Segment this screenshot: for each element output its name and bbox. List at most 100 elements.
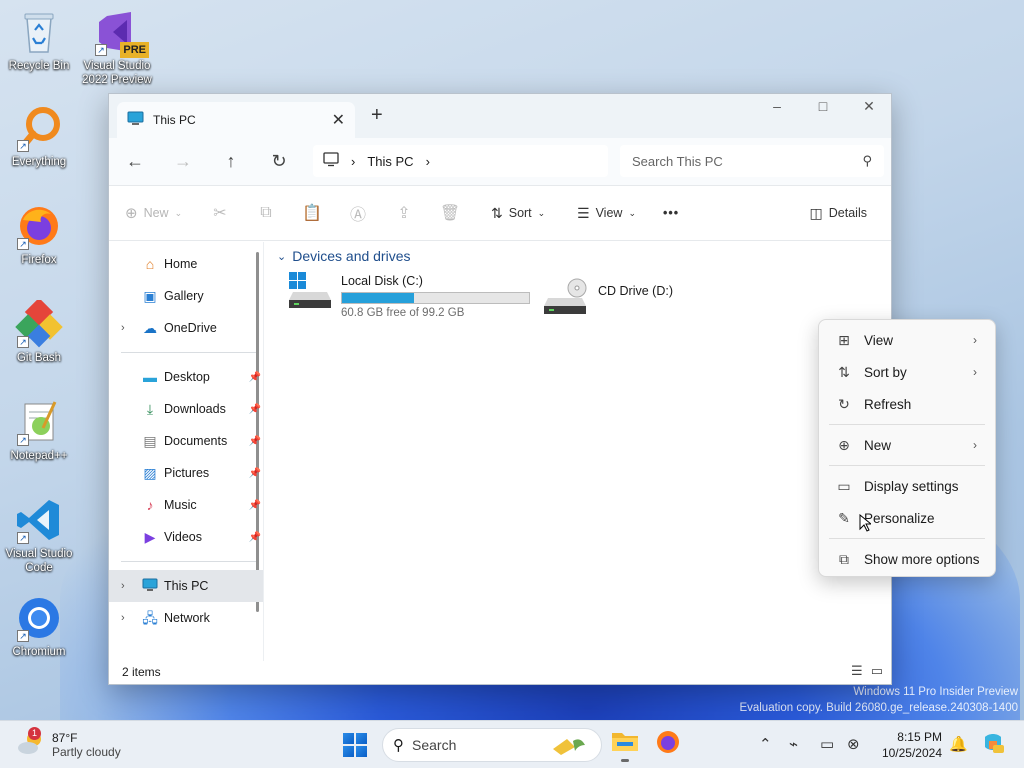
chevron-right-icon[interactable]: › <box>121 580 125 592</box>
pin-icon[interactable]: 📌 <box>249 468 261 479</box>
new-button[interactable]: ⊕ New ⌄ <box>125 204 197 222</box>
display-icon[interactable]: ▭ <box>820 735 834 753</box>
tab-this-pc[interactable]: This PC ✕ <box>117 102 355 138</box>
menu-item-display-settings[interactable]: ▭ Display settings <box>823 470 991 502</box>
chevron-right-icon: › <box>973 333 977 347</box>
menu-item-personalize[interactable]: ✎ Personalize <box>823 502 991 534</box>
close-tab-icon[interactable]: ✕ <box>332 110 345 130</box>
nav-item-documents[interactable]: ▤ Documents 📌 <box>109 425 263 457</box>
search-input[interactable] <box>632 153 863 169</box>
pin-icon[interactable]: 📌 <box>249 532 261 543</box>
drive-local-disk-c[interactable]: Local Disk (C:) 60.8 GB free of 99.2 GB <box>289 272 530 319</box>
details-view-icon[interactable]: ☰ <box>851 663 863 679</box>
vscode-icon: ↗ <box>15 496 63 544</box>
menu-item-sort-by[interactable]: ⇅ Sort by › <box>823 356 991 388</box>
menu-item-view[interactable]: ⊞ View › <box>823 324 991 356</box>
pin-icon[interactable]: 📌 <box>249 436 261 447</box>
nav-item-this-pc[interactable]: › This PC <box>109 570 263 602</box>
new-tab-icon[interactable]: + <box>371 104 383 127</box>
paste-icon[interactable]: 📋 <box>289 203 335 223</box>
breadcrumb-this-pc[interactable]: This PC <box>367 154 413 169</box>
git-bash-icon: ↗ <box>15 297 63 348</box>
forward-arrow-icon[interactable]: → <box>159 151 207 172</box>
nav-divider <box>121 561 257 562</box>
refresh-icon[interactable]: ↻ <box>255 151 303 172</box>
notification-bell-icon[interactable]: 🔔 <box>949 735 968 753</box>
desktop-icon-visual-studio-2022-preview[interactable]: PRE ↗ Visual Studio 2022 Preview <box>78 8 156 87</box>
up-arrow-icon[interactable]: ↑ <box>207 151 255 172</box>
show-hidden-icons-chevron[interactable]: ⌃ <box>759 735 772 753</box>
search-box[interactable]: ⚲ <box>620 145 884 177</box>
chevron-right-icon[interactable]: › <box>121 612 125 624</box>
maximize-button[interactable]: □ <box>800 98 846 114</box>
chevron-right-icon[interactable]: › <box>426 154 430 169</box>
nav-item-pictures[interactable]: ▨ Pictures 📌 <box>109 457 263 489</box>
shortcut-arrow-icon: ↗ <box>17 238 29 250</box>
volume-muted-icon[interactable]: ⊗ <box>847 735 860 753</box>
nav-item-network[interactable]: › 🖧 Network <box>109 602 263 634</box>
desktop-icon-visual-studio-code[interactable]: ↗ Visual Studio Code <box>0 496 78 575</box>
search-highlight-icon <box>549 735 587 760</box>
taskbar-search[interactable]: ⚲ Search <box>382 728 602 762</box>
pin-icon[interactable]: 📌 <box>249 500 261 511</box>
nav-item-onedrive[interactable]: › ☁ OneDrive <box>109 312 263 344</box>
pin-icon[interactable]: 📌 <box>249 404 261 415</box>
copy-icon[interactable]: ⧉ <box>243 204 289 222</box>
desktop-icon-git-bash[interactable]: ↗ Git Bash <box>0 297 78 365</box>
desktop-icon-everything[interactable]: ↗ Everything <box>0 104 78 169</box>
chevron-down-icon: ⌄ <box>277 250 287 263</box>
search-icon: ⚲ <box>862 153 872 168</box>
menu-item-new[interactable]: ⊕ New › <box>823 429 991 461</box>
content-pane[interactable]: ⌄ Devices and drives Local Disk (C:) 60.… <box>269 242 891 661</box>
group-header-devices-and-drives[interactable]: ⌄ Devices and drives <box>277 248 411 264</box>
desktop-icon-notepad-plus-plus[interactable]: ↗ Notepad++ <box>0 398 78 463</box>
chevron-right-icon[interactable]: › <box>121 322 125 334</box>
menu-divider <box>829 465 985 466</box>
share-icon[interactable]: ⇪ <box>381 203 427 223</box>
rename-icon[interactable]: Ⓐ <box>335 201 381 225</box>
copilot-icon[interactable] <box>981 731 1005 759</box>
nav-item-home[interactable]: ⌂ Home <box>109 248 263 280</box>
menu-item-show-more-options[interactable]: ⧉ Show more options <box>823 543 991 575</box>
chevron-right-icon[interactable]: › <box>351 154 355 169</box>
sort-button[interactable]: ⇅ Sort ⌄ <box>491 205 571 222</box>
cut-icon[interactable]: ✂ <box>197 203 243 223</box>
back-arrow-icon[interactable]: ← <box>111 151 159 172</box>
nav-item-music[interactable]: ♪ Music 📌 <box>109 489 263 521</box>
nav-item-videos[interactable]: ▶ Videos 📌 <box>109 521 263 553</box>
desktop-icon-firefox[interactable]: ↗ Firefox <box>0 202 78 267</box>
everything-icon: ↗ <box>15 104 63 152</box>
firefox-taskbar-icon[interactable] <box>652 729 684 761</box>
menu-item-refresh[interactable]: ↻ Refresh <box>823 388 991 420</box>
clock[interactable]: 8:15 PM 10/25/2024 <box>876 729 942 761</box>
windows-logo-icon <box>343 733 354 744</box>
desktop-icon-chromium[interactable]: ↗ Chromium <box>0 594 78 659</box>
view-button[interactable]: ☰ View ⌄ <box>577 205 657 222</box>
menu-item-label: Sort by <box>864 364 907 380</box>
shortcut-arrow-icon: ↗ <box>17 532 29 544</box>
nav-item-desktop[interactable]: ▬ Desktop 📌 <box>109 361 263 393</box>
close-window-button[interactable]: ✕ <box>846 98 892 115</box>
delete-icon[interactable]: 🗑 <box>427 203 473 223</box>
drive-cd-drive-d[interactable]: CD Drive (D:) <box>544 278 673 317</box>
pin-icon[interactable]: 📌 <box>249 372 261 383</box>
large-icons-view-icon[interactable]: ▭ <box>871 663 883 679</box>
file-explorer-taskbar-icon[interactable] <box>609 729 641 762</box>
network-offline-icon[interactable]: ⌁ <box>789 735 798 753</box>
breadcrumb[interactable]: › This PC › <box>313 145 608 177</box>
menu-divider <box>829 424 985 425</box>
start-button[interactable] <box>343 733 367 757</box>
details-button[interactable]: ◫ Details <box>810 205 867 222</box>
desktop-icon-recycle-bin[interactable]: Recycle Bin <box>0 8 78 73</box>
nav-item-gallery[interactable]: ▣ Gallery <box>109 280 263 312</box>
title-bar[interactable]: This PC ✕ + – □ ✕ <box>109 94 891 138</box>
running-indicator <box>621 759 629 762</box>
group-title: Devices and drives <box>292 248 411 264</box>
more-options-icon[interactable]: ••• <box>663 206 679 220</box>
drive-free-space: 60.8 GB free of 99.2 GB <box>341 307 465 319</box>
minimize-button[interactable]: – <box>754 98 800 114</box>
nav-item-downloads[interactable]: ⤓ Downloads 📌 <box>109 393 263 425</box>
menu-item-label: Personalize <box>864 510 935 526</box>
new-button-label: New <box>143 206 169 220</box>
weather-widget[interactable]: 1 87°F Partly cloudy <box>16 727 121 760</box>
